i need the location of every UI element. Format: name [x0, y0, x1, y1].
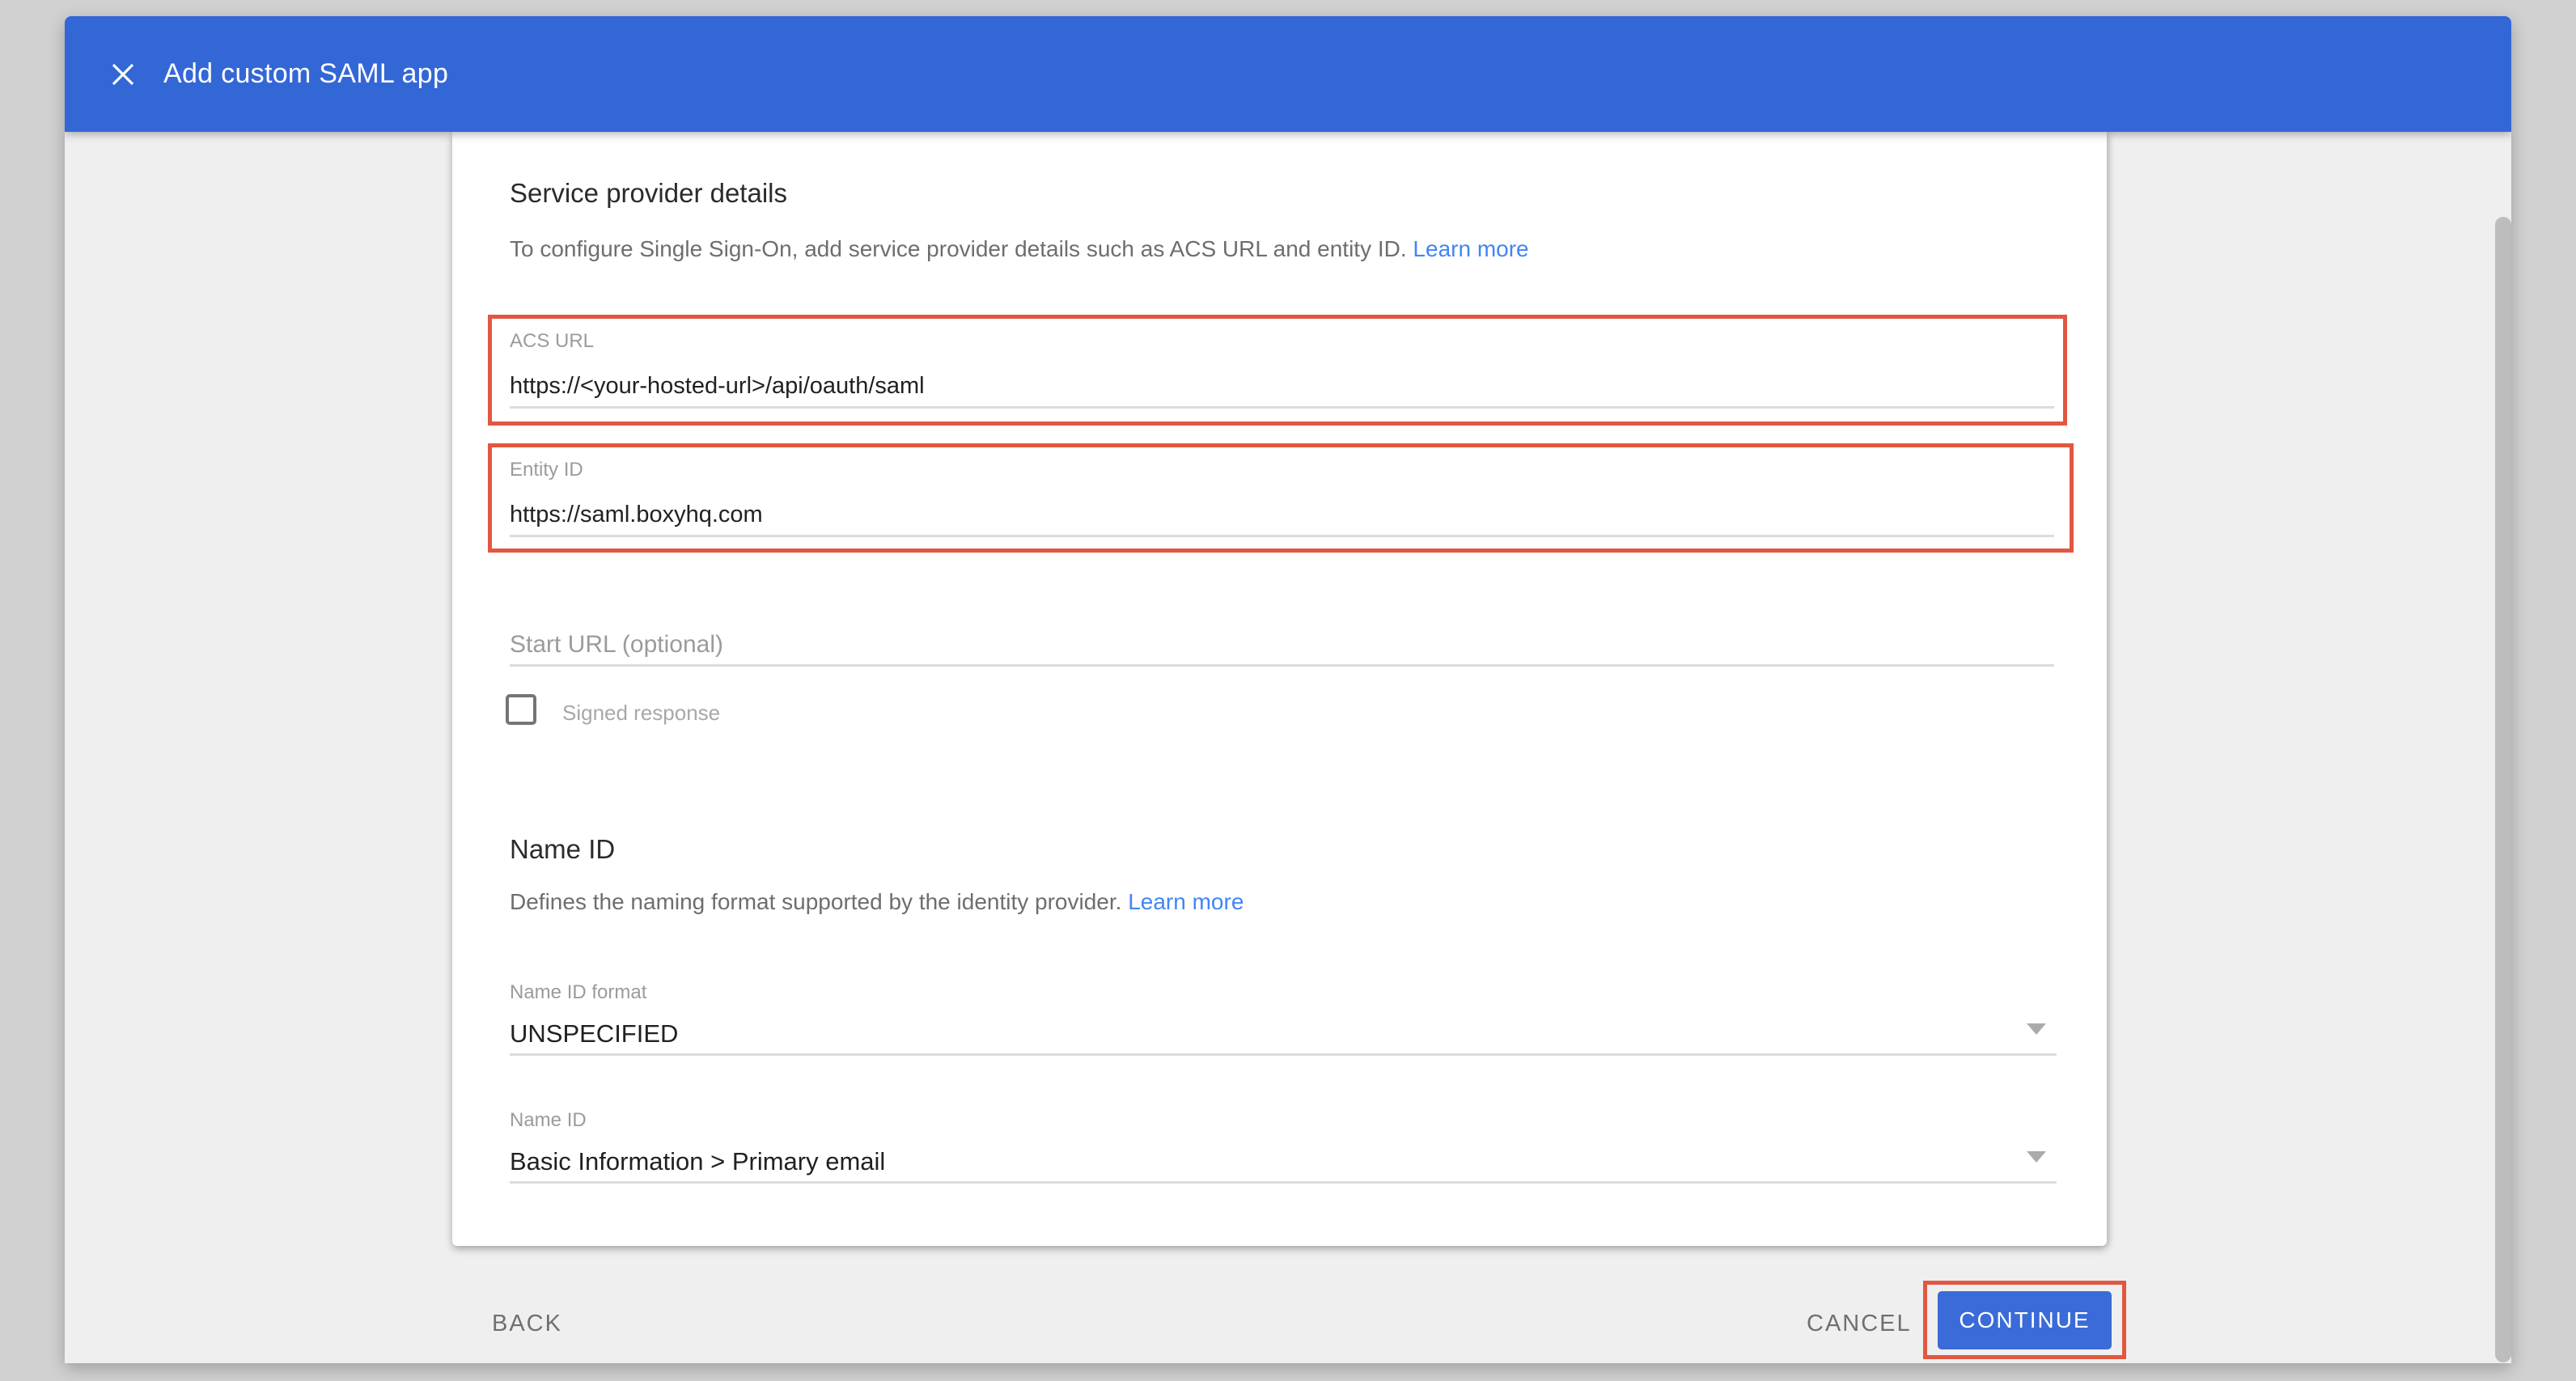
name-id-heading: Name ID	[510, 833, 615, 866]
back-button[interactable]: BACK	[492, 1306, 562, 1341]
name-id-description: Defines the naming format supported by t…	[510, 888, 1244, 916]
entity-id-label: Entity ID	[510, 458, 2070, 482]
entity-id-input[interactable]: https://saml.boxyhq.com	[510, 501, 2070, 528]
name-id-format-dropdown[interactable]: UNSPECIFIED	[510, 1019, 678, 1049]
chevron-down-icon[interactable]	[2027, 1023, 2046, 1035]
signed-response-label: Signed response	[562, 701, 720, 725]
close-button[interactable]	[100, 52, 146, 97]
close-icon	[108, 59, 138, 90]
annotation-box-entity-id: Entity ID https://saml.boxyhq.com	[488, 443, 2074, 553]
start-url-input[interactable]	[510, 624, 2054, 666]
input-underline	[510, 664, 2054, 667]
input-underline	[510, 1181, 2057, 1184]
input-underline	[510, 1053, 2057, 1056]
learn-more-link-2[interactable]: Learn more	[1128, 889, 1244, 914]
add-custom-saml-app-dialog: Add custom SAML app Service provider det…	[65, 16, 2511, 1363]
name-id-format-label: Name ID format	[510, 981, 646, 1005]
service-provider-card: Service provider details To configure Si…	[452, 132, 2107, 1246]
scrollbar-thumb[interactable]	[2495, 217, 2511, 1362]
chevron-down-icon[interactable]	[2027, 1151, 2046, 1163]
input-underline	[510, 535, 2054, 537]
acs-url-input[interactable]: https://<your-hosted-url>/api/oauth/saml	[510, 372, 2063, 400]
name-id-dropdown[interactable]: Basic Information > Primary email	[510, 1146, 885, 1177]
continue-button[interactable]: CONTINUE	[1938, 1291, 2112, 1349]
name-id-label: Name ID	[510, 1108, 587, 1133]
service-provider-heading: Service provider details	[510, 177, 787, 210]
cancel-button[interactable]: CANCEL	[1807, 1306, 1912, 1341]
annotation-box-continue: CONTINUE	[1923, 1281, 2126, 1359]
input-underline	[510, 406, 2054, 409]
learn-more-link-1[interactable]: Learn more	[1413, 236, 1528, 261]
service-provider-description: To configure Single Sign-On, add service…	[510, 235, 1529, 263]
signed-response-checkbox[interactable]	[506, 694, 536, 725]
acs-url-label: ACS URL	[510, 329, 2063, 354]
dialog-header: Add custom SAML app	[65, 16, 2511, 132]
dialog-title: Add custom SAML app	[163, 58, 448, 90]
annotation-box-acs-url: ACS URL https://<your-hosted-url>/api/oa…	[488, 315, 2067, 426]
